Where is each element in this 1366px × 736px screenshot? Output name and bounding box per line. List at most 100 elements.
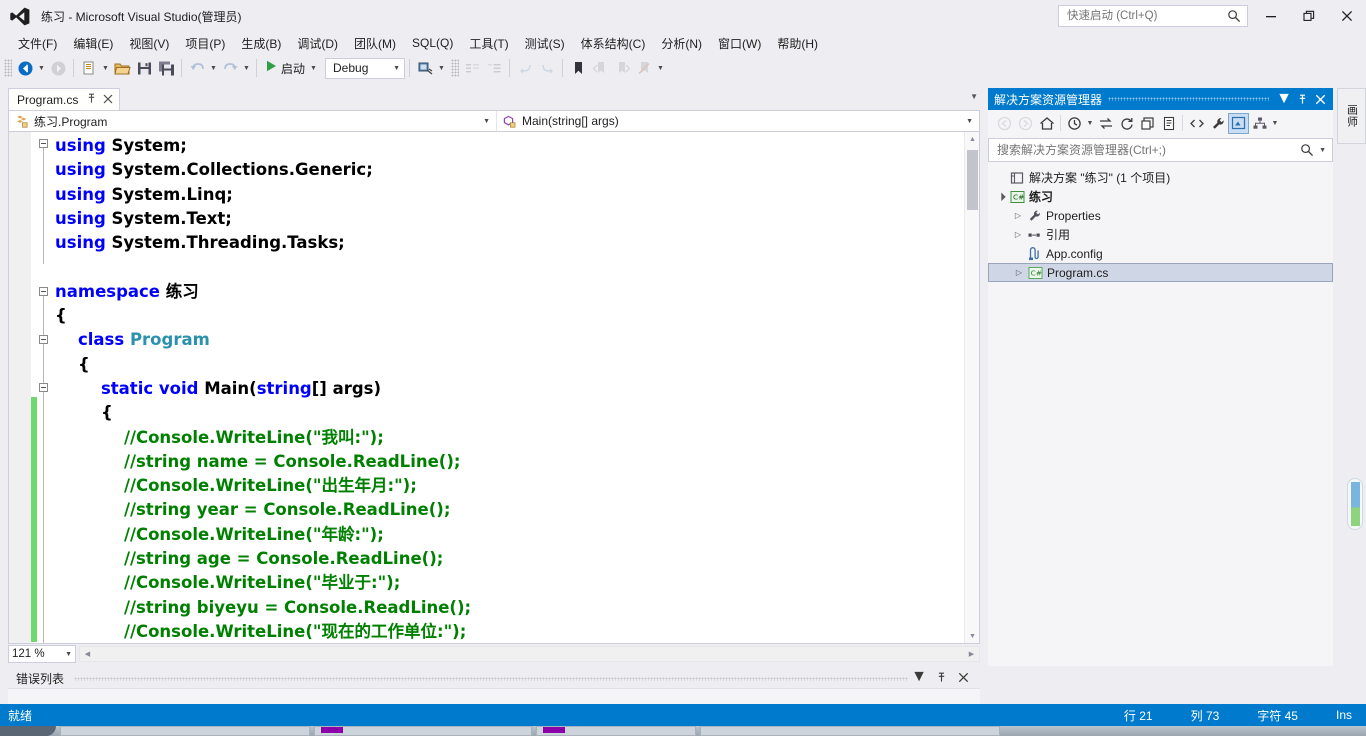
pin-icon[interactable] <box>86 91 97 109</box>
code-editor[interactable]: using System; using System.Collections.Ge… <box>8 132 980 644</box>
outlining-margin[interactable] <box>39 132 55 643</box>
view-code-icon[interactable] <box>1186 113 1207 134</box>
start-button[interactable] <box>0 726 56 736</box>
outline-collapse-class[interactable] <box>39 335 48 344</box>
tree-item-3[interactable]: ▷ 引用 <box>988 225 1333 244</box>
search-icon[interactable] <box>1300 143 1314 162</box>
expander-collapsed-icon[interactable]: ▷ <box>1011 230 1025 239</box>
toolbar-grip[interactable] <box>4 59 12 77</box>
menu-item-window[interactable]: 窗口(W) <box>710 33 769 54</box>
toolbar-overflow-icon[interactable]: ▼ <box>655 57 666 79</box>
tree-item-0[interactable]: 解决方案 "练习" (1 个项目) <box>988 168 1333 187</box>
outline-collapse-method[interactable] <box>39 383 48 392</box>
close-icon[interactable] <box>954 669 972 685</box>
code-text[interactable]: using System; using System.Collections.Ge… <box>55 134 965 643</box>
menu-item-architecture[interactable]: 体系结构(C) <box>573 33 654 54</box>
type-dropdown[interactable]: 练习.Program ▼ <box>9 111 497 131</box>
home-icon[interactable] <box>1036 113 1057 134</box>
tree-item-2[interactable]: ▷ Properties <box>988 206 1333 225</box>
open-file-icon[interactable] <box>111 57 133 79</box>
close-icon[interactable] <box>103 93 113 107</box>
navigate-back-icon[interactable] <box>14 57 36 79</box>
document-tab-program-cs[interactable]: Program.cs <box>8 88 121 110</box>
new-project-caret-icon[interactable]: ▼ <box>100 57 111 79</box>
save-icon[interactable] <box>133 57 155 79</box>
start-debug-caret-icon[interactable]: ▼ <box>308 57 319 79</box>
editor-vertical-scrollbar[interactable]: ▲ ▼ <box>964 132 979 643</box>
pin-icon[interactable] <box>1293 89 1311 109</box>
taskbar-item[interactable] <box>314 726 532 736</box>
menu-item-view[interactable]: 视图(V) <box>121 33 177 54</box>
toolbar-grip[interactable] <box>451 59 460 77</box>
tree-item-5[interactable]: ▷ C# Program.cs <box>988 263 1333 282</box>
selection-margin[interactable] <box>9 132 31 643</box>
properties-wrench-icon[interactable] <box>1207 113 1228 134</box>
tab-list-chevron-down-icon[interactable]: ▼ <box>970 92 978 101</box>
menu-item-tools[interactable]: 工具(T) <box>461 33 516 54</box>
scroll-right-icon[interactable]: ▶ <box>964 647 979 661</box>
menu-item-analyze[interactable]: 分析(N) <box>653 33 710 54</box>
outline-collapse-using[interactable] <box>39 139 48 148</box>
navigate-back-caret-icon[interactable]: ▼ <box>36 57 47 79</box>
sync-with-active-document-icon[interactable] <box>1095 113 1116 134</box>
restore-icon[interactable] <box>1290 0 1328 32</box>
solution-explorer-tree[interactable]: 解决方案 "练习" (1 个项目) ◢ C# 练习 ▷ Properties ▷ 引用 App.… <box>988 168 1333 666</box>
attach-to-process-icon[interactable] <box>414 57 436 79</box>
chevron-down-icon[interactable]: ▼ <box>1275 89 1293 109</box>
pending-changes-filter-icon[interactable] <box>1064 113 1085 134</box>
menu-item-test[interactable]: 测试(S) <box>517 33 573 54</box>
menu-item-debug[interactable]: 调试(D) <box>289 33 346 54</box>
chevron-down-icon[interactable]: ▼ <box>1319 147 1326 154</box>
taskbar-item[interactable] <box>60 726 310 736</box>
save-all-icon[interactable] <box>155 57 177 79</box>
expander-collapsed-icon[interactable]: ▷ <box>1011 211 1025 220</box>
menu-item-project[interactable]: 项目(P) <box>177 33 233 54</box>
quick-launch-box[interactable] <box>1058 5 1248 27</box>
menu-item-build[interactable]: 生成(B) <box>233 33 289 54</box>
tree-item-4[interactable]: App.config <box>988 244 1333 263</box>
new-project-icon[interactable] <box>78 57 100 79</box>
start-debug-button[interactable]: 启动 <box>261 57 308 79</box>
menu-item-sql[interactable]: SQL(Q) <box>404 34 461 52</box>
member-dropdown[interactable]: Main(string[] args) ▼ <box>497 111 979 131</box>
attach-to-process-caret-icon[interactable]: ▼ <box>436 57 447 79</box>
refresh-icon[interactable] <box>1116 113 1137 134</box>
scroll-up-icon[interactable]: ▲ <box>965 132 979 147</box>
tree-item-1[interactable]: ◢ C# 练习 <box>988 187 1333 206</box>
right-edge-scroll-thumb[interactable] <box>1347 478 1363 530</box>
editor-horizontal-scrollbar[interactable]: ◀ ▶ <box>79 646 980 662</box>
preview-selected-items-icon[interactable] <box>1228 112 1249 134</box>
scroll-left-icon[interactable]: ◀ <box>80 647 95 661</box>
zoom-level-dropdown[interactable]: 121 % ▼ <box>8 645 76 663</box>
menu-item-file[interactable]: 文件(F) <box>10 33 65 54</box>
menu-item-help[interactable]: 帮助(H) <box>769 33 826 54</box>
expander-collapsed-icon[interactable]: ▷ <box>1012 268 1026 277</box>
scroll-down-icon[interactable]: ▼ <box>965 629 979 643</box>
minimize-icon[interactable] <box>1252 0 1290 32</box>
expander-expanded-icon[interactable]: ◢ <box>993 188 1009 204</box>
menu-item-edit[interactable]: 编辑(E) <box>65 33 121 54</box>
collapse-all-icon[interactable] <box>1137 113 1158 134</box>
chevron-down-icon[interactable]: ▼ <box>1085 113 1095 134</box>
close-icon[interactable] <box>1311 89 1329 109</box>
docked-tool-window-tab[interactable]: 画师 <box>1337 88 1366 144</box>
taskbar-item[interactable] <box>700 726 1000 736</box>
solution-explorer-search[interactable]: ▼ <box>988 138 1333 162</box>
solution-explorer-search-input[interactable] <box>995 142 1285 158</box>
show-all-files-icon[interactable] <box>1158 113 1179 134</box>
search-icon[interactable] <box>1227 9 1241 28</box>
bookmark-icon[interactable] <box>567 57 589 79</box>
menu-item-team[interactable]: 团队(M) <box>346 33 404 54</box>
pin-icon[interactable] <box>932 669 950 685</box>
panel-drag-dots[interactable] <box>1108 97 1269 101</box>
taskbar-item[interactable] <box>536 726 696 736</box>
close-icon[interactable] <box>1328 0 1366 32</box>
panel-drag-dots[interactable] <box>74 677 908 681</box>
solution-configuration-dropdown[interactable]: Debug ▼ <box>325 57 406 79</box>
quick-launch-input[interactable] <box>1065 9 1225 23</box>
class-view-icon[interactable] <box>1249 113 1270 134</box>
chevron-down-icon[interactable]: ▼ <box>1270 113 1280 134</box>
chevron-down-icon[interactable]: ▼ <box>910 668 928 685</box>
outline-collapse-namespace[interactable] <box>39 287 48 296</box>
scrollbar-thumb[interactable] <box>967 150 978 210</box>
